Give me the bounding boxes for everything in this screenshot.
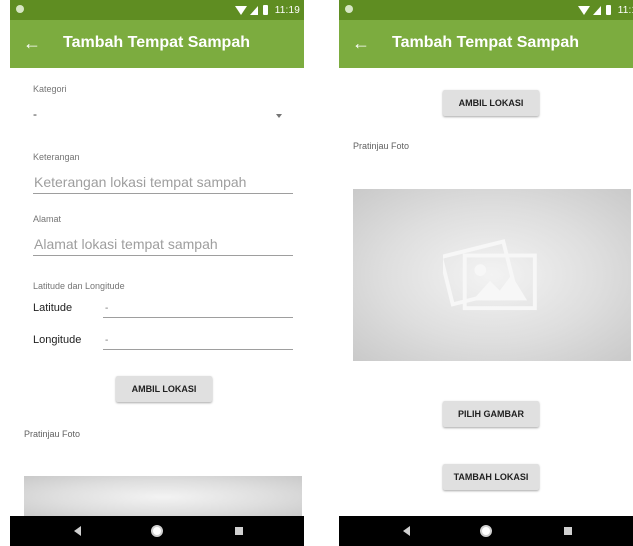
photo-preview-label: Pratinjau Foto: [24, 429, 81, 439]
photo-preview-area: [24, 476, 302, 518]
battery-icon: [262, 5, 268, 15]
coordinates-label: Latitude dan Longitude: [33, 281, 125, 291]
app-bar: ← Tambah Tempat Sampah: [339, 20, 633, 68]
ambil-lokasi-button[interactable]: AMBIL LOKASI: [116, 376, 212, 402]
battery-icon: [605, 5, 611, 15]
status-indicators: 11:19: [577, 3, 633, 17]
nav-back-icon[interactable]: [74, 526, 81, 536]
status-time: 11:19: [617, 4, 633, 16]
status-bar: 11:19: [339, 0, 633, 20]
latitude-value: -: [103, 302, 293, 318]
alamat-input[interactable]: [33, 232, 293, 256]
kategori-selected-value: -: [33, 107, 37, 121]
ambil-lokasi-button[interactable]: AMBIL LOKASI: [443, 90, 539, 116]
kategori-dropdown[interactable]: -: [33, 104, 293, 124]
notification-dot-icon: [16, 5, 24, 13]
image-gallery-icon: [443, 239, 537, 311]
app-bar: ← Tambah Tempat Sampah: [10, 20, 304, 68]
keterangan-input[interactable]: [33, 170, 293, 194]
page-title: Tambah Tempat Sampah: [392, 34, 579, 51]
pilih-gambar-button[interactable]: PILIH GAMBAR: [443, 401, 539, 427]
longitude-value: -: [103, 334, 293, 350]
photo-preview-area: [353, 189, 631, 361]
arrow-back-icon[interactable]: ←: [20, 31, 44, 55]
nav-recents-icon[interactable]: [235, 527, 243, 535]
photo-preview-label: Pratinjau Foto: [353, 141, 410, 151]
signal-icon: [592, 5, 601, 15]
nav-recents-icon[interactable]: [564, 527, 572, 535]
status-indicators: 11:19: [234, 3, 300, 17]
alamat-label: Alamat: [33, 214, 62, 224]
longitude-label: Longitude: [33, 334, 82, 346]
kategori-label: Kategori: [33, 84, 67, 94]
latitude-label: Latitude: [33, 302, 73, 314]
system-nav-bar: [339, 516, 633, 546]
wifi-icon: [234, 5, 247, 15]
status-bar: 11:19: [10, 0, 304, 20]
dropdown-arrow-icon: [276, 114, 282, 118]
phone-screen-form-bottom: 11:19 ← Tambah Tempat Sampah AMBIL LOKAS…: [339, 0, 633, 546]
signal-icon: [249, 5, 258, 15]
arrow-back-icon[interactable]: ←: [349, 31, 373, 55]
keterangan-label: Keterangan: [33, 152, 80, 162]
nav-home-icon[interactable]: [151, 525, 163, 537]
tambah-lokasi-button[interactable]: TAMBAH LOKASI: [443, 464, 539, 490]
page-title: Tambah Tempat Sampah: [63, 34, 250, 51]
nav-back-icon[interactable]: [403, 526, 410, 536]
nav-home-icon[interactable]: [480, 525, 492, 537]
status-time: 11:19: [274, 4, 300, 16]
phone-screen-form-top: 11:19 ← Tambah Tempat Sampah Kategori - …: [10, 0, 304, 546]
system-nav-bar: [10, 516, 304, 546]
notification-dot-icon: [345, 5, 353, 13]
wifi-icon: [577, 5, 590, 15]
